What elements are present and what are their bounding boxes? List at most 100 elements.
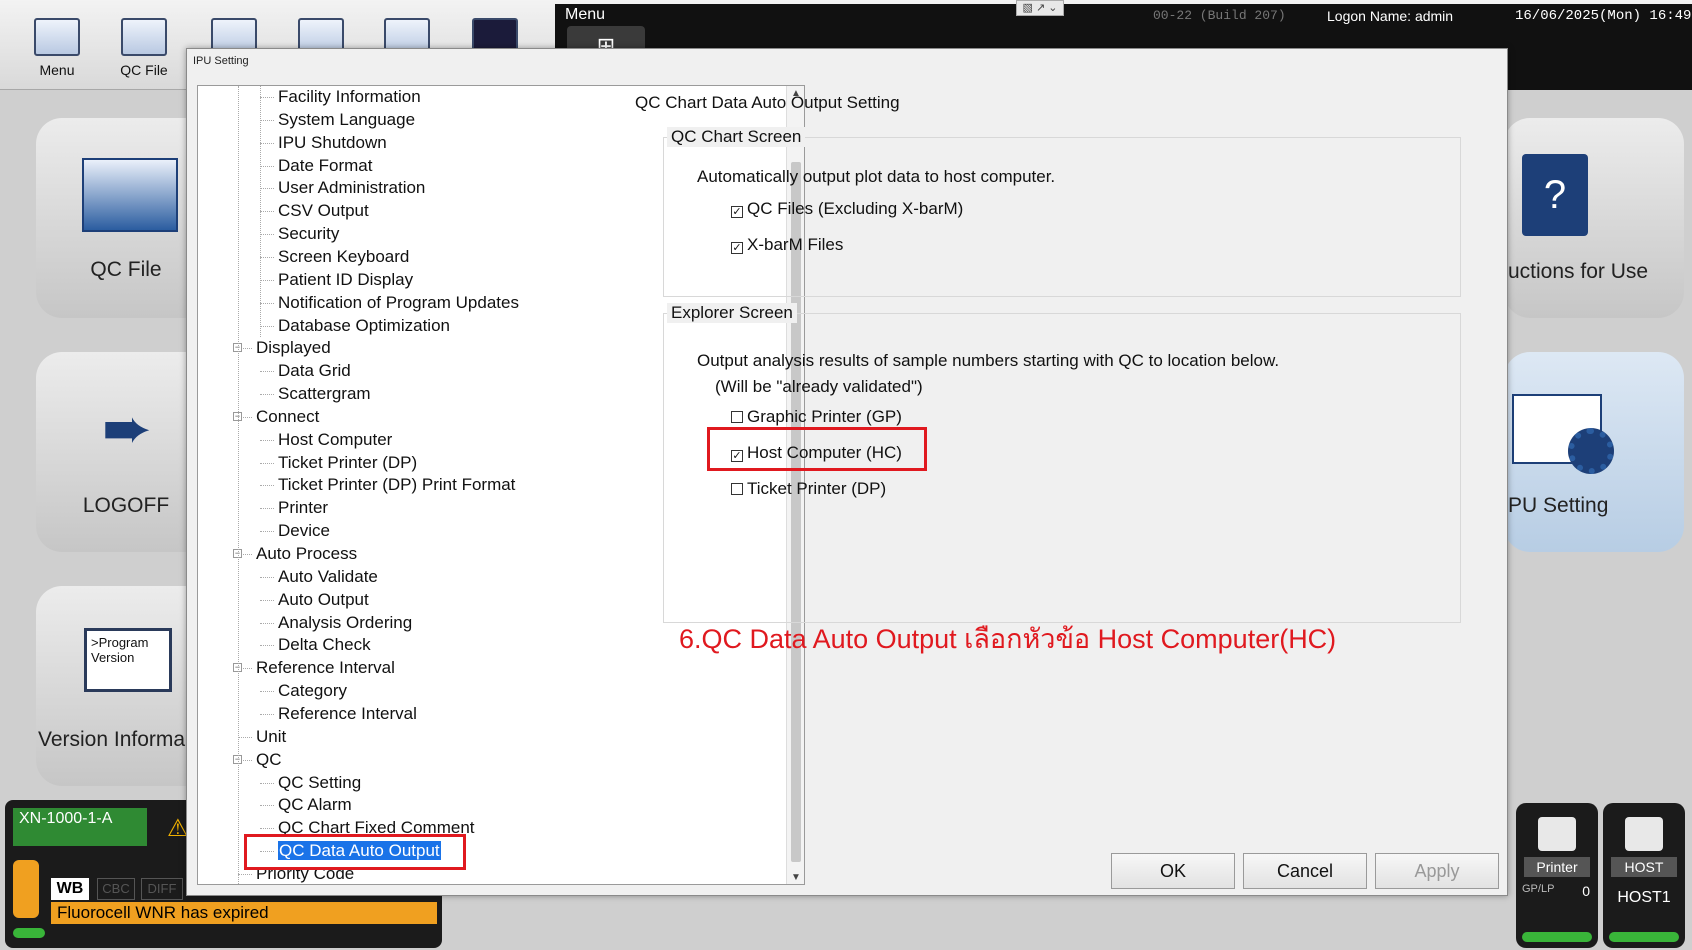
help-book-icon: ? <box>1522 154 1588 236</box>
tree-item[interactable]: Ticket Printer (DP) Print Format <box>278 474 515 496</box>
tree-item-label: Auto Process <box>256 544 358 563</box>
ticket-printer-checkbox[interactable] <box>731 483 743 495</box>
tree-item[interactable]: Printer <box>278 497 328 519</box>
qc-file-button[interactable]: QC File <box>105 12 183 84</box>
tree-item-label: Delta Check <box>278 635 371 655</box>
tree-connector <box>260 302 274 304</box>
tree-item-label: System Language <box>278 109 416 129</box>
tree-item[interactable]: Screen Keyboard <box>278 246 409 268</box>
qc-files-option[interactable]: ✓ QC Files (Excluding X-barM) <box>731 197 963 221</box>
reagent-level-indicator <box>13 860 39 918</box>
tree-connector <box>260 576 274 578</box>
tree-item-label: Notification of Program Updates <box>278 292 519 312</box>
tree-connector <box>238 873 252 875</box>
xbarm-files-label: X-barM Files <box>747 235 844 254</box>
graphic-printer-option[interactable]: Graphic Printer (GP) <box>731 405 902 429</box>
ipu-setting-dialog: IPU Setting Facility Information System L… <box>186 48 1508 896</box>
tree-item[interactable]: CSV Output <box>278 200 369 222</box>
tree-connector <box>260 805 274 807</box>
tree-connector <box>260 142 274 144</box>
tree-connector <box>260 599 274 601</box>
ok-button[interactable]: OK <box>1111 853 1235 889</box>
tree-item[interactable]: IPU Shutdown <box>278 132 387 154</box>
dialog-title: IPU Setting <box>193 55 249 67</box>
tree-item-label: Ticket Printer (DP) <box>278 452 418 472</box>
instructions-card[interactable]: ? uctions for Use <box>1504 118 1684 318</box>
host-label: HOST <box>1611 857 1677 877</box>
chart-icon <box>121 18 167 56</box>
xbarm-files-checkbox[interactable]: ✓ <box>731 242 743 254</box>
apply-button[interactable]: Apply <box>1375 853 1499 889</box>
explorer-screen-note: (Will be "already validated") <box>715 377 923 396</box>
qc-chart-screen-description: Automatically output plot data to host c… <box>697 167 1056 186</box>
tree-item-label: Reference Interval <box>278 703 417 723</box>
tree-item-label: Patient ID Display <box>278 269 414 289</box>
tree-item[interactable]: System Language <box>278 109 415 131</box>
tree-connector <box>260 234 274 236</box>
tree-item[interactable]: Auto Validate <box>278 566 378 588</box>
printer-status[interactable]: Printer GP/LP 0 <box>1516 803 1598 948</box>
tree-item[interactable]: User Administration <box>278 177 425 199</box>
tree-item-label: CSV Output <box>278 201 369 221</box>
host-icon <box>1625 817 1663 851</box>
tree-item[interactable]: Delta Check <box>278 634 371 656</box>
tree-item[interactable]: QC Alarm <box>278 794 352 816</box>
tree-item[interactable]: Displayed <box>256 337 331 359</box>
zoom-control[interactable]: ▧ ↗ ⌄ <box>1016 0 1064 16</box>
tree-item[interactable]: Analysis Ordering <box>278 612 412 634</box>
tree-item-label: Host Computer <box>278 429 393 449</box>
tree-item[interactable]: Ticket Printer (DP) <box>278 452 417 474</box>
tree-item[interactable]: QC <box>256 749 282 771</box>
tree-connector <box>260 256 274 258</box>
tree-item[interactable]: Category <box>278 680 347 702</box>
qc-files-label: QC Files (Excluding X-barM) <box>747 199 964 218</box>
tree-item-label: Unit <box>256 726 287 746</box>
tree-item[interactable]: Reference Interval <box>278 703 417 725</box>
qc-file-button-label: QC File <box>120 62 168 78</box>
tree-item[interactable]: Patient ID Display <box>278 269 413 291</box>
tree-connector <box>260 508 274 510</box>
tree-connector <box>260 645 274 647</box>
tree-item[interactable]: Data Grid <box>278 360 351 382</box>
qc-chart-icon <box>82 158 178 232</box>
tree-item[interactable]: Notification of Program Updates <box>278 292 519 314</box>
xbarm-files-option[interactable]: ✓ X-barM Files <box>731 233 843 257</box>
reagent-expired-message[interactable]: Fluorocell WNR has expired <box>51 902 437 924</box>
cancel-button[interactable]: Cancel <box>1243 853 1367 889</box>
tree-item[interactable]: Database Optimization <box>278 315 450 337</box>
tree-item-label: Scattergram <box>278 384 371 404</box>
status-ok-indicator <box>13 928 45 938</box>
tree-item-label: Data Grid <box>278 361 351 381</box>
tree-item-label: User Administration <box>278 178 426 198</box>
tree-item[interactable]: Device <box>278 520 330 542</box>
ipu-setting-card[interactable]: PU Setting <box>1504 352 1684 552</box>
scroll-down-icon[interactable]: ▼ <box>787 870 804 884</box>
tree-item-label: QC Setting <box>278 772 362 792</box>
tree-item[interactable]: Auto Process <box>256 543 357 565</box>
tree-item[interactable]: Auto Output <box>278 589 369 611</box>
tree-item[interactable]: QC Setting <box>278 772 361 794</box>
selected-tree-item-highlight <box>244 834 466 870</box>
explorer-screen-description: Output analysis results of sample number… <box>697 351 1280 370</box>
tree-item-label: IPU Shutdown <box>278 132 387 152</box>
tree-item[interactable]: Facility Information <box>278 86 421 108</box>
tree-item[interactable]: Date Format <box>278 155 372 177</box>
graphic-printer-checkbox[interactable] <box>731 411 743 423</box>
host-ok-indicator <box>1609 932 1679 942</box>
tree-item[interactable]: Scattergram <box>278 383 371 405</box>
tree-item[interactable]: Security <box>278 223 339 245</box>
ticket-printer-option[interactable]: Ticket Printer (DP) <box>731 477 886 501</box>
host-status[interactable]: HOST HOST1 <box>1603 803 1685 948</box>
tree-item-label: Ticket Printer (DP) Print Format <box>278 475 516 495</box>
tree-item-label: Facility Information <box>278 87 421 106</box>
menu-button[interactable]: Menu <box>18 12 96 84</box>
instrument-name: XN-1000-1-A <box>13 808 147 846</box>
tree-item[interactable]: Unit <box>256 726 286 748</box>
host-computer-highlight <box>707 427 927 471</box>
printer-ok-indicator <box>1522 932 1592 942</box>
tree-item[interactable]: Host Computer <box>278 429 392 451</box>
tree-connector <box>260 97 274 98</box>
qc-files-checkbox[interactable]: ✓ <box>731 206 743 218</box>
tree-item[interactable]: Reference Interval <box>256 657 395 679</box>
tree-item[interactable]: Connect <box>256 406 319 428</box>
